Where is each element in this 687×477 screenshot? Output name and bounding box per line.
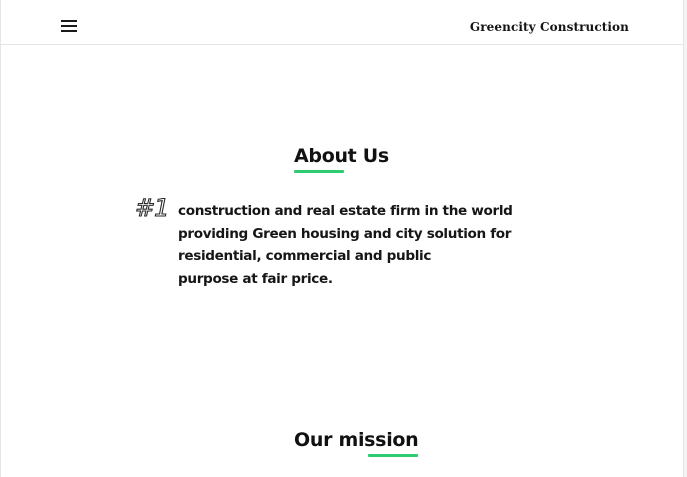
mission-section-title: Our mission (294, 429, 419, 451)
rank-badge: #1 (134, 193, 170, 222)
about-line-3: residential, commercial and public (178, 248, 432, 265)
menu-bar-top (61, 20, 77, 22)
brand-logo-text[interactable]: Greencity Construction (470, 20, 629, 34)
about-description: construction and real estate firm in the… (178, 200, 528, 290)
hamburger-menu-icon[interactable] (59, 17, 79, 33)
about-section-title: About Us (294, 145, 389, 167)
page: Greencity Construction About Us #1 const… (0, 0, 684, 477)
mission-title-underline (368, 454, 418, 457)
about-line-4: purpose at fair price. (178, 270, 333, 287)
menu-bar-bottom (61, 30, 77, 32)
menu-bar-middle (61, 25, 77, 27)
about-title-underline (294, 170, 344, 173)
navbar: Greencity Construction (1, 0, 683, 45)
about-line-2: providing Green housing and city solutio… (178, 225, 512, 242)
about-line-1: construction and real estate firm in the… (178, 203, 513, 219)
